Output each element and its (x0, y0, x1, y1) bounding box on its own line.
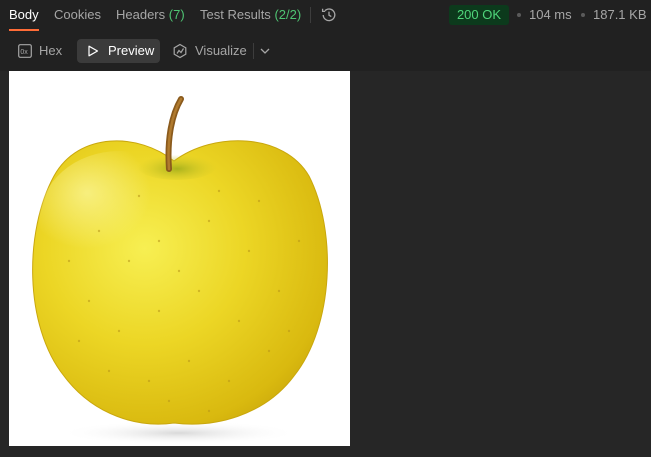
hex-icon: 0x (18, 44, 32, 58)
preview-button[interactable]: Preview (77, 39, 160, 63)
visualize-label: Visualize (195, 43, 247, 58)
response-image (9, 71, 350, 446)
tab-headers-label: Headers (116, 7, 166, 22)
response-size[interactable]: 187.1 KB (593, 7, 647, 23)
tab-test-results-count: (2/2) (274, 7, 302, 22)
apple-image (32, 96, 328, 445)
history-icon[interactable] (320, 6, 338, 24)
hex-button[interactable]: 0x Hex (10, 39, 70, 63)
chevron-down-icon (260, 48, 270, 54)
tab-body[interactable]: Body (9, 7, 39, 23)
response-time[interactable]: 104 ms (529, 7, 572, 23)
visualize-button[interactable]: Visualize (168, 39, 248, 63)
tab-headers[interactable]: Headers (7) (116, 7, 185, 23)
tab-divider (310, 7, 311, 23)
tab-cookies[interactable]: Cookies (54, 7, 101, 23)
separator-dot (517, 13, 521, 17)
play-icon (88, 45, 99, 57)
tab-headers-count: (7) (168, 7, 185, 22)
tab-cookies-label: Cookies (54, 7, 101, 22)
toolbar-divider (253, 43, 254, 59)
separator-dot (581, 13, 585, 17)
svg-text:0x: 0x (20, 49, 28, 56)
status-badge[interactable]: 200 OK (449, 5, 509, 25)
visualize-icon (173, 43, 187, 59)
visualize-dropdown-button[interactable] (256, 39, 274, 63)
tab-test-results[interactable]: Test Results (2/2) (200, 7, 301, 23)
hex-label: Hex (39, 43, 63, 58)
response-tab-bar: Body Cookies Headers (7) Test Results (2… (0, 0, 651, 31)
preview-label: Preview (108, 43, 155, 58)
tab-body-label: Body (9, 7, 39, 22)
preview-area (0, 71, 651, 457)
response-panel: Body Cookies Headers (7) Test Results (2… (0, 0, 651, 457)
tab-test-results-label: Test Results (200, 7, 271, 22)
body-toolbar: 0x Hex Preview Visualize (0, 31, 651, 71)
